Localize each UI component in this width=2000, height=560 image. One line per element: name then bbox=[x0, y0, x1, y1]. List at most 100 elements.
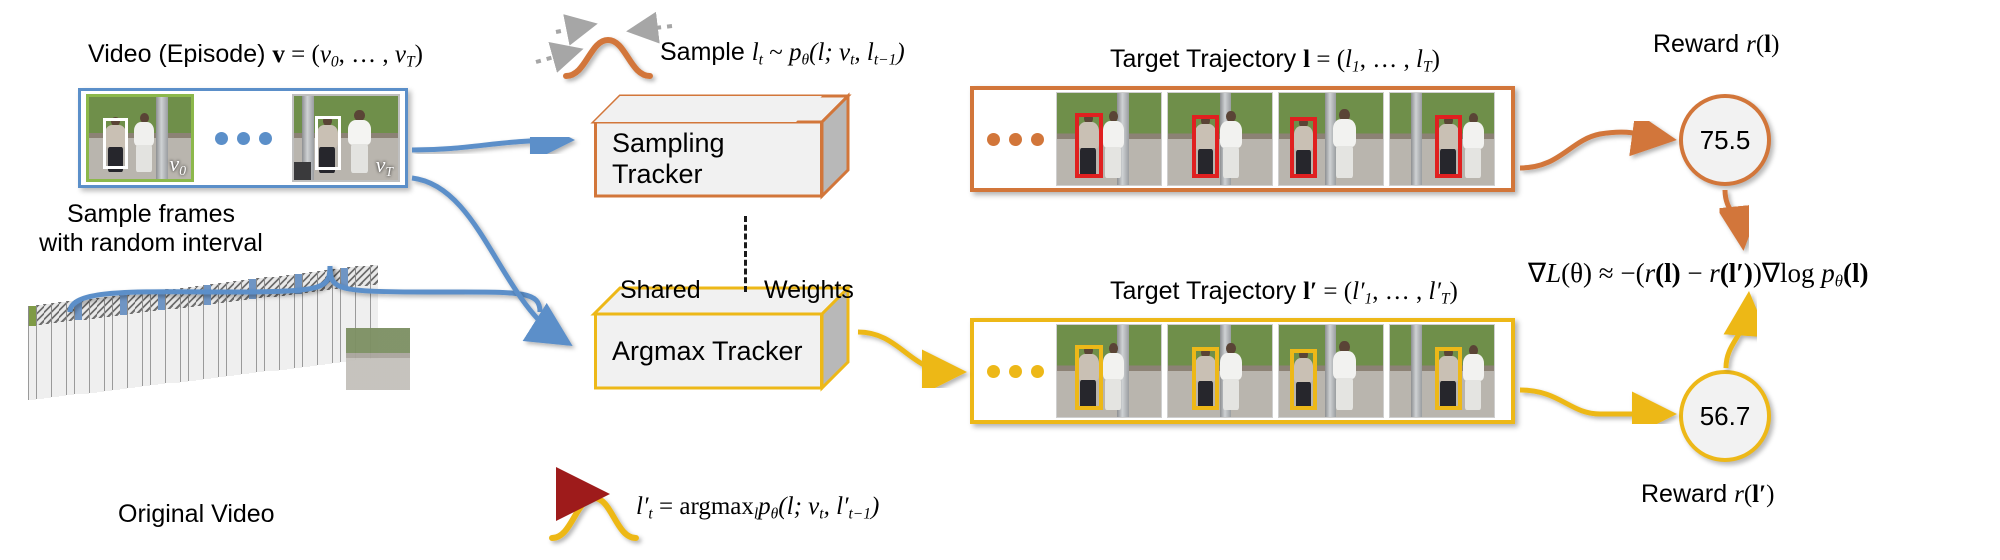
film-frame-edge bbox=[278, 275, 287, 296]
sampling-tracker-box[interactable]: Sampling Tracker bbox=[590, 92, 890, 200]
film-frame bbox=[271, 296, 280, 371]
sample-arrow-3 bbox=[626, 11, 673, 44]
film-frame-edge bbox=[218, 283, 226, 303]
frame-caption-v0: v0 bbox=[169, 151, 186, 178]
predicted-bbox bbox=[1434, 347, 1462, 410]
sample-leader bbox=[548, 76, 566, 104]
film-frame bbox=[180, 307, 188, 382]
pedestrian bbox=[1220, 110, 1242, 178]
video-frame-v0: v0 bbox=[86, 94, 194, 182]
trajectory-frame bbox=[1389, 92, 1495, 186]
frame-scene bbox=[1279, 325, 1383, 417]
film-frame-edge bbox=[104, 296, 112, 317]
traj-top-ellipsis bbox=[974, 132, 1056, 146]
film-frame bbox=[286, 294, 295, 369]
sample-frames-line2: with random interval bbox=[39, 228, 263, 257]
predicted-bbox bbox=[1290, 116, 1318, 178]
film-frame-edge bbox=[263, 277, 272, 298]
film-frame-edge bbox=[354, 266, 363, 287]
trajectory-frame bbox=[1278, 92, 1384, 186]
film-frame-edge bbox=[28, 306, 36, 326]
frame-scene bbox=[1057, 93, 1161, 185]
predicted-bbox bbox=[1191, 347, 1219, 410]
film-frame-edge bbox=[202, 284, 211, 305]
pedestrian bbox=[1462, 113, 1484, 178]
reward-top-circle: 75.5 bbox=[1679, 94, 1771, 186]
film-frame-edge bbox=[210, 283, 219, 304]
stack-preview-frame bbox=[346, 328, 410, 390]
predicted-bbox bbox=[1434, 115, 1462, 178]
frame-scene bbox=[1168, 93, 1272, 185]
sample-frames-line1: Sample frames bbox=[66, 200, 236, 228]
film-frame bbox=[111, 315, 120, 390]
film-frame bbox=[50, 323, 59, 398]
predicted-bbox bbox=[1290, 348, 1318, 410]
original-video-label: Original Video bbox=[118, 500, 275, 528]
film-frame bbox=[256, 298, 264, 373]
pedestrian bbox=[1333, 108, 1356, 178]
traj-bot-ellipsis bbox=[974, 364, 1056, 378]
sample-note: Sample lt ~ pθ(l; vt, lt−1) bbox=[660, 38, 905, 69]
video-title-v0: v bbox=[319, 41, 331, 68]
sample-arrow-1 bbox=[535, 41, 584, 73]
film-frame bbox=[332, 289, 340, 364]
film-frame-edge bbox=[301, 272, 310, 293]
film-frame-edge bbox=[66, 301, 74, 322]
film-frame bbox=[88, 318, 97, 393]
predicted-bbox bbox=[1074, 113, 1103, 178]
video-title-bold-v: v bbox=[272, 41, 285, 68]
film-frame bbox=[172, 308, 181, 383]
film-frame bbox=[81, 319, 90, 394]
video-episode-strip: v0 vT bbox=[78, 88, 408, 188]
arrow-strip-to-argmax bbox=[411, 175, 573, 347]
film-frame bbox=[301, 292, 310, 367]
film-frame-edge bbox=[233, 281, 242, 302]
pedestrian-other bbox=[348, 110, 371, 174]
frame-scene bbox=[1279, 93, 1383, 185]
film-frame bbox=[324, 290, 333, 365]
weights-label: Weights bbox=[764, 276, 854, 304]
film-frame bbox=[294, 293, 302, 368]
arrow-strip-to-sampling bbox=[411, 117, 575, 163]
film-frame-edge bbox=[362, 265, 371, 286]
target-trajectory-top-panel bbox=[970, 86, 1515, 192]
film-frame-edge bbox=[50, 303, 59, 324]
video-episode-title: Video (Episode) v = (v0, … , vT) bbox=[88, 40, 423, 71]
frame-scene bbox=[1390, 325, 1494, 417]
film-frame-edge bbox=[332, 269, 340, 290]
film-frame-edge bbox=[370, 264, 378, 285]
film-frame-edge bbox=[286, 274, 295, 295]
frame-scene bbox=[1057, 325, 1161, 417]
film-frame bbox=[248, 299, 257, 374]
film-frame bbox=[278, 295, 287, 370]
trajectory-frame bbox=[1167, 324, 1273, 418]
film-frame bbox=[35, 325, 44, 400]
predicted-bbox bbox=[1074, 345, 1103, 410]
shared-weights-dash bbox=[744, 216, 747, 292]
film-frame-edge bbox=[271, 276, 280, 297]
argmax-note: l′t = argmaxlpθ(l; vt, l′t−1) bbox=[636, 493, 880, 523]
film-frame bbox=[142, 312, 150, 387]
arrow-traj-to-reward-top bbox=[1519, 111, 1677, 171]
trajectory-frame bbox=[1389, 324, 1495, 418]
reward-bot-plain: Reward bbox=[1641, 480, 1735, 508]
film-frame bbox=[157, 310, 166, 385]
pole bbox=[156, 97, 168, 179]
video-title-v0-sub: 0 bbox=[330, 53, 339, 71]
trajectory-frame bbox=[1278, 324, 1384, 418]
film-frame bbox=[210, 303, 219, 378]
film-frame-edge bbox=[309, 271, 318, 292]
film-frame bbox=[233, 301, 242, 376]
gaussian-curve-argmax bbox=[549, 494, 639, 541]
film-frame-edge bbox=[347, 267, 356, 288]
film-frame bbox=[104, 316, 112, 391]
pedestrian-other bbox=[133, 112, 155, 173]
trajectory-frame bbox=[1167, 92, 1273, 186]
trajectory-frame bbox=[1056, 324, 1162, 418]
video-title-vT-sub: T bbox=[406, 53, 415, 71]
film-frame-edge bbox=[88, 298, 97, 319]
reward-top-label: Reward r(l) bbox=[1653, 30, 1780, 58]
traj-bot-plain: Target Trajectory bbox=[1110, 277, 1304, 305]
video-title-vT: v bbox=[394, 41, 407, 68]
film-frame-edge bbox=[58, 302, 67, 323]
